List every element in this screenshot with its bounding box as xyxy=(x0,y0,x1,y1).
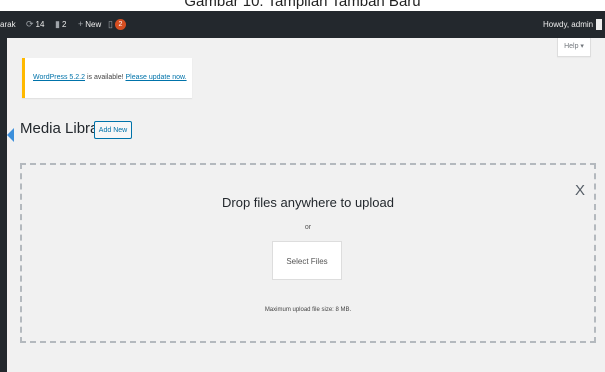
max-upload-size: Maximum upload file size: 8 MB. xyxy=(264,307,352,313)
update-notice: WordPress 5.2.2 is available! Please upd… xyxy=(22,58,192,98)
site-name-label: arak xyxy=(0,20,16,29)
add-new-button[interactable]: Add New xyxy=(94,121,132,139)
comment-icon: ▮ xyxy=(55,19,60,29)
greeting-text: Howdy, admin xyxy=(543,20,594,29)
updates-link[interactable]: ⟳ 14 xyxy=(26,11,44,38)
notification-badge: 2 xyxy=(114,19,126,31)
drop-instructions: Drop files anywhere to upload xyxy=(222,195,394,210)
updates-icon: ⟳ xyxy=(26,19,34,29)
current-menu-pointer xyxy=(7,128,14,142)
comments-count: 2 xyxy=(61,20,67,29)
or-separator: or xyxy=(304,224,312,231)
new-label: New xyxy=(85,20,102,29)
wordpress-version-link[interactable]: WordPress 5.2.2 xyxy=(33,74,85,81)
site-name-link[interactable]: arak xyxy=(0,11,16,38)
select-files-button[interactable]: Select Files xyxy=(272,241,342,280)
help-tab-label: Help ▾ xyxy=(564,43,584,50)
select-files-label: Select Files xyxy=(286,257,328,266)
avatar xyxy=(596,19,603,31)
comments-link[interactable]: ▮ 2 xyxy=(55,11,66,38)
close-uploader-button[interactable]: X xyxy=(575,183,585,198)
admin-menu-edge xyxy=(0,38,7,372)
help-tab-button[interactable]: Help ▾ xyxy=(557,38,591,57)
notice-middle-text: is available! xyxy=(85,74,126,81)
updates-count: 14 xyxy=(35,20,45,29)
notifications-link[interactable]: ▯ 2 xyxy=(108,11,126,38)
add-new-label: Add New xyxy=(98,127,128,134)
update-now-link[interactable]: Please update now. xyxy=(125,74,186,81)
figure-caption-text: Gambar 10. Tampilan Tambah Baru xyxy=(184,0,421,10)
plus-icon: + xyxy=(78,19,84,29)
new-content-link[interactable]: + New xyxy=(78,11,101,38)
my-account-link[interactable]: Howdy, admin xyxy=(543,11,603,38)
admin-bar: arak ⟳ 14 ▮ 2 + New ▯ 2 Howdy, admin xyxy=(0,11,605,38)
bell-icon: ▯ xyxy=(108,19,113,29)
